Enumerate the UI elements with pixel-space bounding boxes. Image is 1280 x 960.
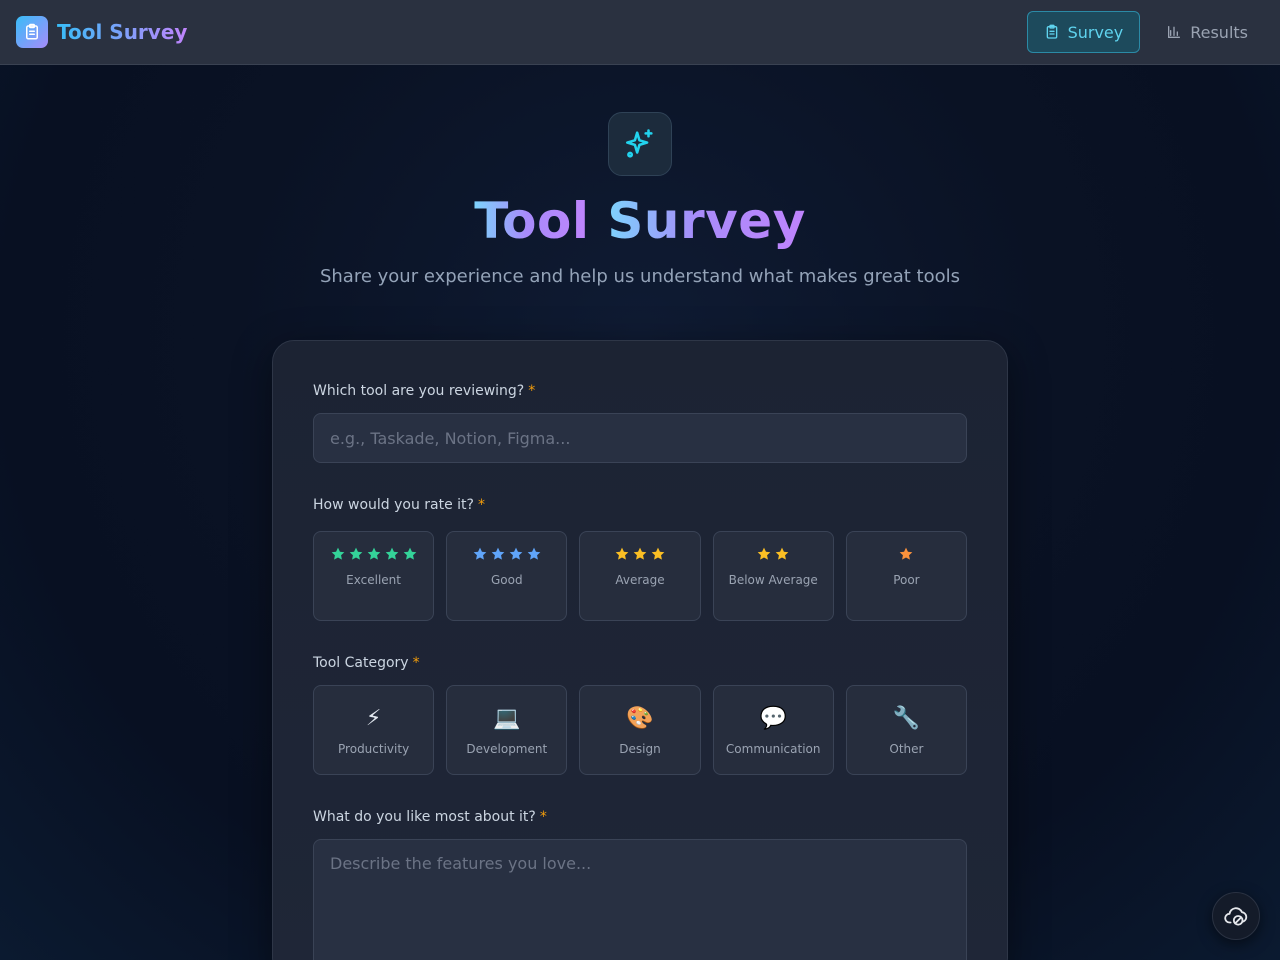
category-option-label: Communication [725, 742, 821, 756]
bar-chart-icon [1168, 26, 1181, 38]
likes-textarea[interactable] [313, 839, 967, 960]
star-icon [385, 547, 398, 560]
star-icon [509, 547, 523, 560]
star-icon [651, 547, 665, 560]
page-title-part2: Survey [607, 192, 806, 250]
rating-option-below-average[interactable]: Below Average [712, 531, 834, 621]
likes-question-label: What do you like most about it? * [313, 809, 547, 825]
tool-name-input[interactable] [313, 413, 967, 463]
rating-question-text: How would you rate it? [313, 497, 474, 513]
category-options: ⚡ Productivity 💻 Development 🎨 Design 💬 Com… [313, 685, 968, 775]
rating-stars [472, 546, 542, 564]
star-icon [403, 547, 416, 560]
category-option-productivity[interactable]: ⚡ Productivity [313, 685, 435, 775]
tab-survey-label: Survey [1067, 22, 1124, 42]
brand-name: Tool Survey [57, 20, 188, 44]
category-option-design[interactable]: 🎨 Design [579, 685, 701, 775]
category-option-other[interactable]: 🔧 Other [845, 685, 968, 775]
wrench-icon: 🔧 [892, 706, 921, 731]
page-title-part1: Tool [474, 192, 590, 250]
rating-stars [330, 546, 418, 564]
rating-option-label: Good [490, 573, 523, 587]
rating-option-label: Below Average [728, 573, 818, 587]
category-option-development[interactable]: 💻 Development [446, 685, 568, 775]
star-icon [633, 547, 647, 560]
rating-option-label: Excellent [346, 573, 401, 587]
rating-question-label: How would you rate it? * [313, 497, 485, 513]
tool-question-text: Which tool are you reviewing? [313, 383, 525, 399]
category-option-label: Development [466, 742, 548, 756]
star-icon [757, 547, 771, 560]
rating-options: Excellent Good Average Below Average Poo… [313, 531, 968, 621]
star-icon [527, 547, 541, 560]
tab-results-label: Results [1190, 22, 1248, 42]
sparkles-icon [608, 112, 672, 176]
category-question-label: Tool Category * [313, 655, 420, 671]
lightning-icon: ⚡ [365, 706, 382, 731]
rating-option-label: Poor [893, 573, 920, 587]
rating-stars [898, 546, 914, 564]
survey-form-card: Which tool are you reviewing?* How would… [272, 340, 1008, 960]
tab-results[interactable]: Results [1150, 11, 1264, 53]
category-question-text: Tool Category [313, 655, 409, 671]
rating-option-excellent[interactable]: Excellent [313, 531, 435, 621]
tool-question-label: Which tool are you reviewing? * [313, 383, 535, 399]
tab-survey[interactable]: Survey [1026, 11, 1141, 53]
star-icon [900, 547, 913, 560]
star-icon [349, 547, 362, 560]
rating-stars [756, 546, 790, 564]
top-navbar: Tool Survey Survey Results [0, 0, 1280, 65]
nav-tabs: Survey Results [1026, 11, 1264, 53]
required-marker: * [477, 497, 485, 513]
speech-bubble-icon: 💬 [759, 706, 787, 731]
rating-option-label: Average [615, 573, 665, 587]
laptop-icon: 💻 [493, 706, 521, 731]
star-icon [367, 547, 380, 560]
clipboard-icon [1046, 24, 1057, 39]
star-icon [491, 547, 505, 560]
category-option-label: Design [619, 742, 661, 756]
star-icon [615, 547, 629, 560]
rating-option-poor[interactable]: Poor [845, 531, 968, 621]
rating-stars [614, 546, 666, 564]
required-marker: * [539, 809, 547, 825]
star-icon [473, 547, 487, 560]
category-option-label: Productivity [338, 742, 410, 756]
required-marker: * [412, 655, 420, 671]
palette-icon: 🎨 [626, 706, 654, 731]
star-icon [775, 547, 789, 560]
star-icon [331, 547, 344, 560]
brand[interactable]: Tool Survey [16, 16, 187, 48]
category-option-label: Other [889, 742, 924, 756]
floating-help-button[interactable] [1212, 892, 1260, 940]
likes-question-text: What do you like most about it? [313, 809, 536, 825]
cloud-off-icon [1224, 907, 1248, 926]
rating-option-good[interactable]: Good [446, 531, 568, 621]
page-subtitle: Share your experience and help us unders… [319, 266, 961, 287]
category-option-communication[interactable]: 💬 Communication [712, 685, 834, 775]
required-marker: * [528, 383, 536, 399]
page-title: Tool Survey [0, 192, 1280, 250]
clipboard-logo-icon [16, 16, 48, 48]
rating-option-average[interactable]: Average [579, 531, 701, 621]
